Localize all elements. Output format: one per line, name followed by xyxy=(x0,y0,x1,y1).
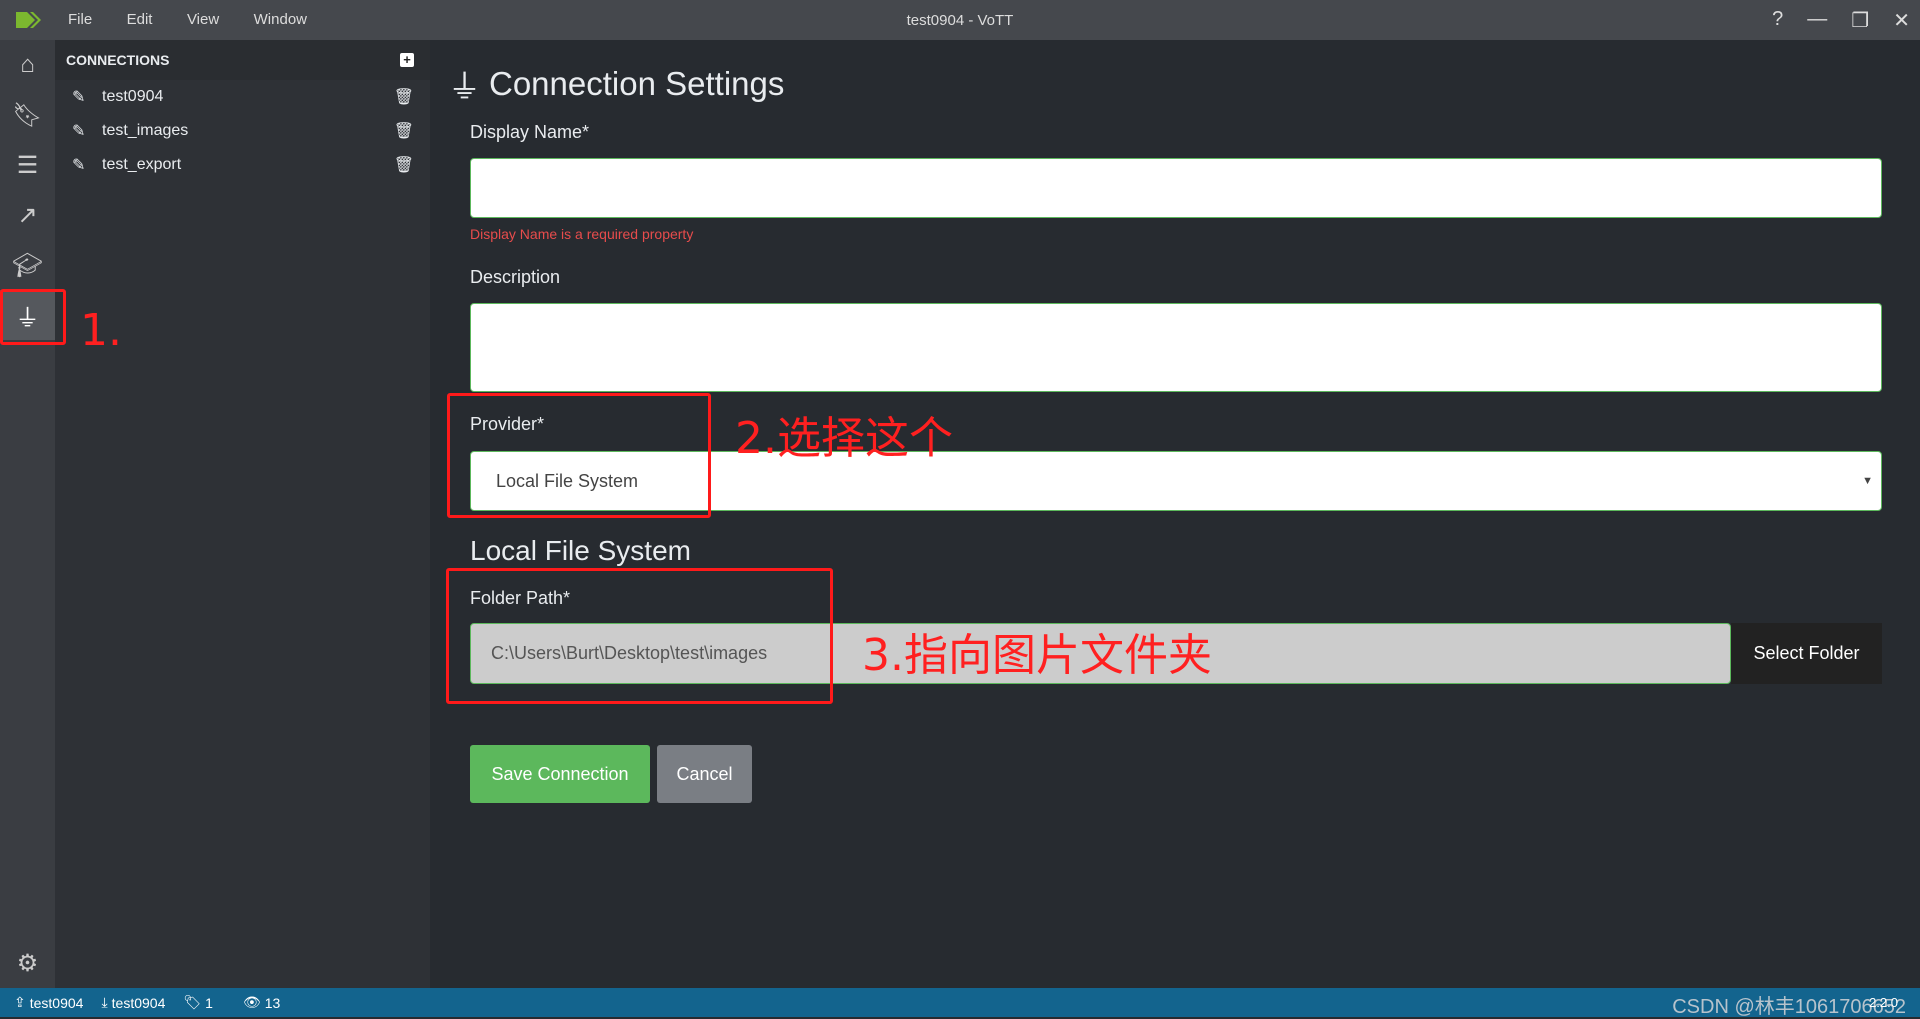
annotation-box-1 xyxy=(0,289,66,345)
annotation-box-3 xyxy=(446,568,833,704)
icon-sidebar: ⌂ 🔖︎ ☰ ↗ 🎓︎ ⏚ ⚙ xyxy=(0,40,55,988)
plug-icon: ⏚ xyxy=(448,68,481,105)
connections-header: CONNECTIONS xyxy=(66,52,170,68)
tag-icon: 🏷︎ xyxy=(183,994,202,1010)
cancel-button[interactable]: Cancel xyxy=(657,745,752,803)
select-folder-button[interactable]: Select Folder xyxy=(1731,623,1882,684)
visited-count: 13 xyxy=(264,994,281,1011)
download-icon: ⤓ xyxy=(101,994,108,1010)
menu-edit[interactable]: Edit xyxy=(127,11,153,28)
home-icon[interactable]: ⌂ xyxy=(0,40,55,90)
menu-file[interactable]: File xyxy=(68,11,92,28)
connection-item[interactable]: ✎ test0904 🗑︎ xyxy=(55,80,430,114)
connection-name[interactable]: test_export xyxy=(102,156,394,174)
connection-name[interactable]: test_images xyxy=(102,122,394,140)
menu-view[interactable]: View xyxy=(187,11,219,28)
page-title: ⏚ Connection Settings xyxy=(448,60,784,108)
title-bar: File Edit View Window test0904 - VoTT ? … xyxy=(0,0,1920,40)
display-name-error: Display Name is a required property xyxy=(470,226,694,242)
target-connection: test0904 xyxy=(111,994,166,1011)
save-connection-button[interactable]: Save Connection xyxy=(470,745,650,803)
description-label: Description xyxy=(470,267,561,287)
connection-item[interactable]: ✎ test_images 🗑︎ xyxy=(55,114,430,148)
vott-logo-icon xyxy=(16,12,41,28)
status-bar: ⇪ test0904 ⤓ test0904 🏷︎ 1 👁︎ 13 CSDN @林丰106… xyxy=(0,988,1920,1018)
menu-window[interactable]: Window xyxy=(254,11,307,28)
eye-icon: 👁︎ xyxy=(242,994,261,1010)
display-name-input[interactable] xyxy=(470,158,1882,218)
graduation-cap-icon[interactable]: 🎓︎ xyxy=(0,240,55,290)
annotation-text-1: 1. xyxy=(80,305,122,356)
connections-panel: CONNECTIONS + ✎ test0904 🗑︎ ✎ test_images 🗑︎ … xyxy=(55,40,430,988)
connection-name[interactable]: test0904 xyxy=(102,88,394,106)
edit-icon[interactable]: ✎ xyxy=(72,121,92,141)
trash-icon[interactable]: 🗑︎ xyxy=(394,121,414,141)
menu-bar: File Edit View Window xyxy=(68,11,337,29)
description-textarea[interactable] xyxy=(470,303,1882,392)
tag-count: 1 xyxy=(205,994,213,1011)
edit-icon[interactable]: ✎ xyxy=(72,87,92,107)
annotation-box-2 xyxy=(447,393,711,518)
trash-icon[interactable]: 🗑︎ xyxy=(394,155,414,175)
sliders-icon[interactable]: ☰ xyxy=(0,140,55,190)
help-icon[interactable]: ? xyxy=(1772,8,1783,33)
trash-icon[interactable]: 🗑︎ xyxy=(394,87,414,107)
upload-icon: ⇪ xyxy=(14,994,26,1010)
source-connection: test0904 xyxy=(29,994,84,1011)
close-icon[interactable]: ✕ xyxy=(1893,8,1910,33)
gear-icon[interactable]: ⚙ xyxy=(0,938,55,988)
annotation-text-2: 2.选择这个 xyxy=(735,413,953,464)
connection-item[interactable]: ✎ test_export 🗑︎ xyxy=(55,148,430,182)
caret-down-icon: ▼ xyxy=(1862,475,1873,487)
annotation-text-3: 3.指向图片文件夹 xyxy=(862,630,1212,681)
display-name-label: Display Name* xyxy=(470,122,590,142)
bookmark-icon[interactable]: 🔖︎ xyxy=(0,90,55,140)
provider-section-title: Local File System xyxy=(470,535,691,566)
edit-icon[interactable]: ✎ xyxy=(72,155,92,175)
minimize-icon[interactable]: — xyxy=(1807,8,1827,33)
version: 2.2.0 xyxy=(1869,995,1898,1010)
add-connection-icon[interactable]: + xyxy=(400,53,414,67)
export-icon[interactable]: ↗ xyxy=(0,190,55,240)
maximize-icon[interactable]: ❐ xyxy=(1851,8,1869,33)
